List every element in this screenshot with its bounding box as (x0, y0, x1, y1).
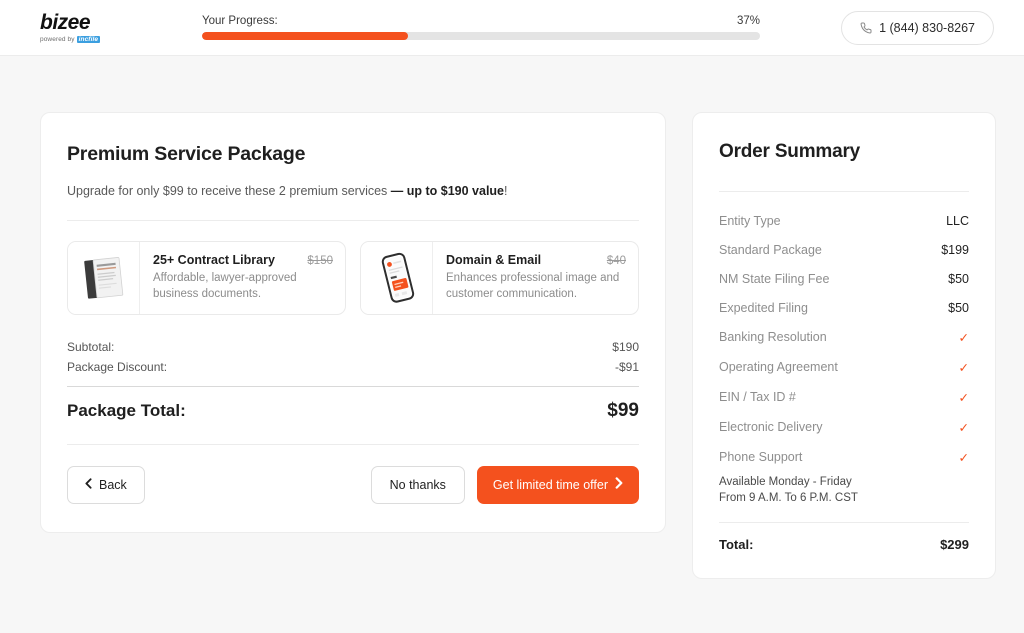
order-summary-row: Operating Agreement ✓ (719, 352, 969, 382)
subtitle-plain: Upgrade for only $99 to receive these 2 … (67, 184, 391, 198)
logo-tagline-prefix: powered by (40, 36, 75, 43)
package-total-row: Package Total: $99 (67, 400, 639, 422)
check-icon: ✓ (958, 420, 969, 435)
progress-label: Your Progress: (202, 15, 278, 27)
package-total-label: Package Total: (67, 400, 186, 420)
back-button[interactable]: Back (67, 465, 145, 504)
order-summary-row-value: $50 (948, 271, 969, 286)
progress-bar-fill (202, 32, 409, 40)
progress-percent: 37% (736, 15, 760, 27)
document-stack-icon (83, 256, 123, 299)
logo-tagline-brand: incfile (76, 36, 101, 43)
order-summary-row: Phone Support ✓ (719, 442, 969, 472)
phone-support-note-line1: Available Monday - Friday (719, 476, 852, 488)
phone-support-note-line2: From 9 A.M. To 6 P.M. CST (719, 492, 858, 505)
order-summary-row-label: Expedited Filing (719, 300, 808, 315)
offer-title: Domain & Email (446, 253, 542, 267)
order-summary-row: EIN / Tax ID # ✓ (719, 382, 969, 412)
order-summary-row: Standard Package $199 (719, 235, 969, 264)
order-summary-row: NM State Filing Fee $50 (719, 264, 969, 293)
offer-header: 25+ Contract Library $150 (153, 253, 333, 267)
premium-package-card: Premium Service Package Upgrade for only… (40, 112, 666, 533)
phone-support-note: Available Monday - Friday From 9 A.M. To… (719, 474, 969, 506)
subtitle-tail: ! (504, 184, 508, 198)
check-icon: ✓ (958, 330, 969, 345)
order-summary-row-label: Operating Agreement (719, 360, 838, 374)
phone-handset-icon (860, 22, 872, 34)
smartphone-icon (381, 252, 414, 303)
logo[interactable]: bizee powered by incfile (40, 12, 160, 43)
totals-divider (67, 385, 639, 387)
logo-tagline: powered by incfile (40, 36, 101, 43)
totals-label: Subtotal: (67, 339, 115, 354)
page-title: Premium Service Package (67, 143, 306, 165)
offer-details: Domain & Email $40 Enhances professional… (433, 242, 638, 314)
order-summary-divider-top (719, 191, 969, 192)
subtitle-highlight: — up to $190 value (390, 184, 505, 198)
offer-card-domain-email[interactable]: Domain & Email $40 Enhances professional… (360, 241, 639, 315)
offer-thumbnail (361, 242, 433, 314)
get-offer-button-label: Get limited time offer (492, 477, 608, 492)
site-header: bizee powered by incfile Your Progress: … (0, 0, 1024, 56)
order-summary-divider-bottom (719, 522, 969, 524)
order-summary-row: Banking Resolution ✓ (719, 322, 969, 352)
offer-thumbnail (68, 242, 140, 314)
page-content: Premium Service Package Upgrade for only… (0, 56, 1024, 580)
offer-description: Enhances professional image and customer… (446, 272, 620, 300)
order-summary-row-label: NM State Filing Fee (719, 271, 830, 286)
order-summary-row-label: EIN / Tax ID # (719, 390, 796, 404)
offer-details: 25+ Contract Library $150 Affordable, la… (140, 242, 345, 314)
totals-row-discount: Package Discount: -$91 (67, 357, 639, 377)
order-total-row: Total: $299 (719, 537, 969, 552)
chevron-right-icon (615, 477, 623, 492)
order-summary-row: Entity Type LLC (719, 206, 969, 235)
offer-description: Affordable, lawyer-approved business doc… (153, 272, 297, 300)
logo-wordmark: bizee (40, 11, 91, 34)
order-summary-row: Expedited Filing $50 (719, 293, 969, 322)
chevron-left-icon (85, 478, 92, 492)
divider-top (67, 220, 639, 221)
offer-original-price: $150 (307, 255, 333, 267)
order-summary-card: Order Summary Entity Type LLC Standard Pac… (692, 112, 996, 580)
totals-row-subtotal: Subtotal: $190 (67, 337, 639, 357)
phone-support-button[interactable]: 1 (844) 830-8267 (841, 10, 994, 45)
order-summary-row-value: $50 (948, 300, 969, 315)
totals-label: Package Discount: (67, 359, 168, 374)
order-summary-row: Electronic Delivery ✓ (719, 412, 969, 442)
offer-card-contract-library[interactable]: 25+ Contract Library $150 Affordable, la… (67, 241, 346, 315)
offer-title: 25+ Contract Library (153, 253, 275, 267)
order-summary-row-label: Entity Type (719, 213, 781, 228)
package-total-value: $99 (607, 399, 639, 421)
action-buttons: Back No thanks Get limited time offer (67, 465, 639, 504)
order-summary-row-value: $199 (941, 242, 969, 257)
offer-header: Domain & Email $40 (446, 253, 626, 267)
check-icon: ✓ (958, 390, 969, 405)
order-summary-title: Order Summary (719, 141, 861, 162)
back-button-label: Back (99, 477, 127, 492)
totals-value: -$91 (614, 359, 639, 374)
progress-bar-track (202, 32, 760, 40)
offer-list: 25+ Contract Library $150 Affordable, la… (67, 241, 639, 315)
order-total-value: $299 (940, 537, 969, 553)
package-totals: Subtotal: $190 Package Discount: -$91 Pa… (67, 337, 639, 422)
order-summary-rows: Entity Type LLC Standard Package $199 NM Sta… (719, 206, 969, 472)
progress-section: Your Progress: 37% (160, 15, 820, 40)
phone-number-text: 1 (844) 830-8267 (879, 20, 975, 35)
totals-value: $190 (612, 339, 639, 354)
no-thanks-button[interactable]: No thanks (370, 465, 465, 504)
check-icon: ✓ (958, 360, 969, 375)
get-offer-button[interactable]: Get limited time offer (476, 465, 639, 504)
order-total-label: Total: (719, 537, 754, 553)
order-summary-row-value: LLC (946, 213, 969, 228)
check-icon: ✓ (958, 450, 969, 465)
package-subtitle: Upgrade for only $99 to receive these 2 … (67, 184, 639, 198)
order-summary-row-label: Phone Support (719, 450, 803, 464)
offer-original-price: $40 (606, 255, 626, 267)
order-summary-row-label: Standard Package (719, 242, 822, 257)
order-summary-row-label: Electronic Delivery (719, 420, 823, 434)
progress-header: Your Progress: 37% (202, 15, 760, 27)
no-thanks-button-label: No thanks (389, 477, 446, 492)
order-summary-row-label: Banking Resolution (719, 330, 827, 344)
divider-above-actions (67, 443, 639, 445)
